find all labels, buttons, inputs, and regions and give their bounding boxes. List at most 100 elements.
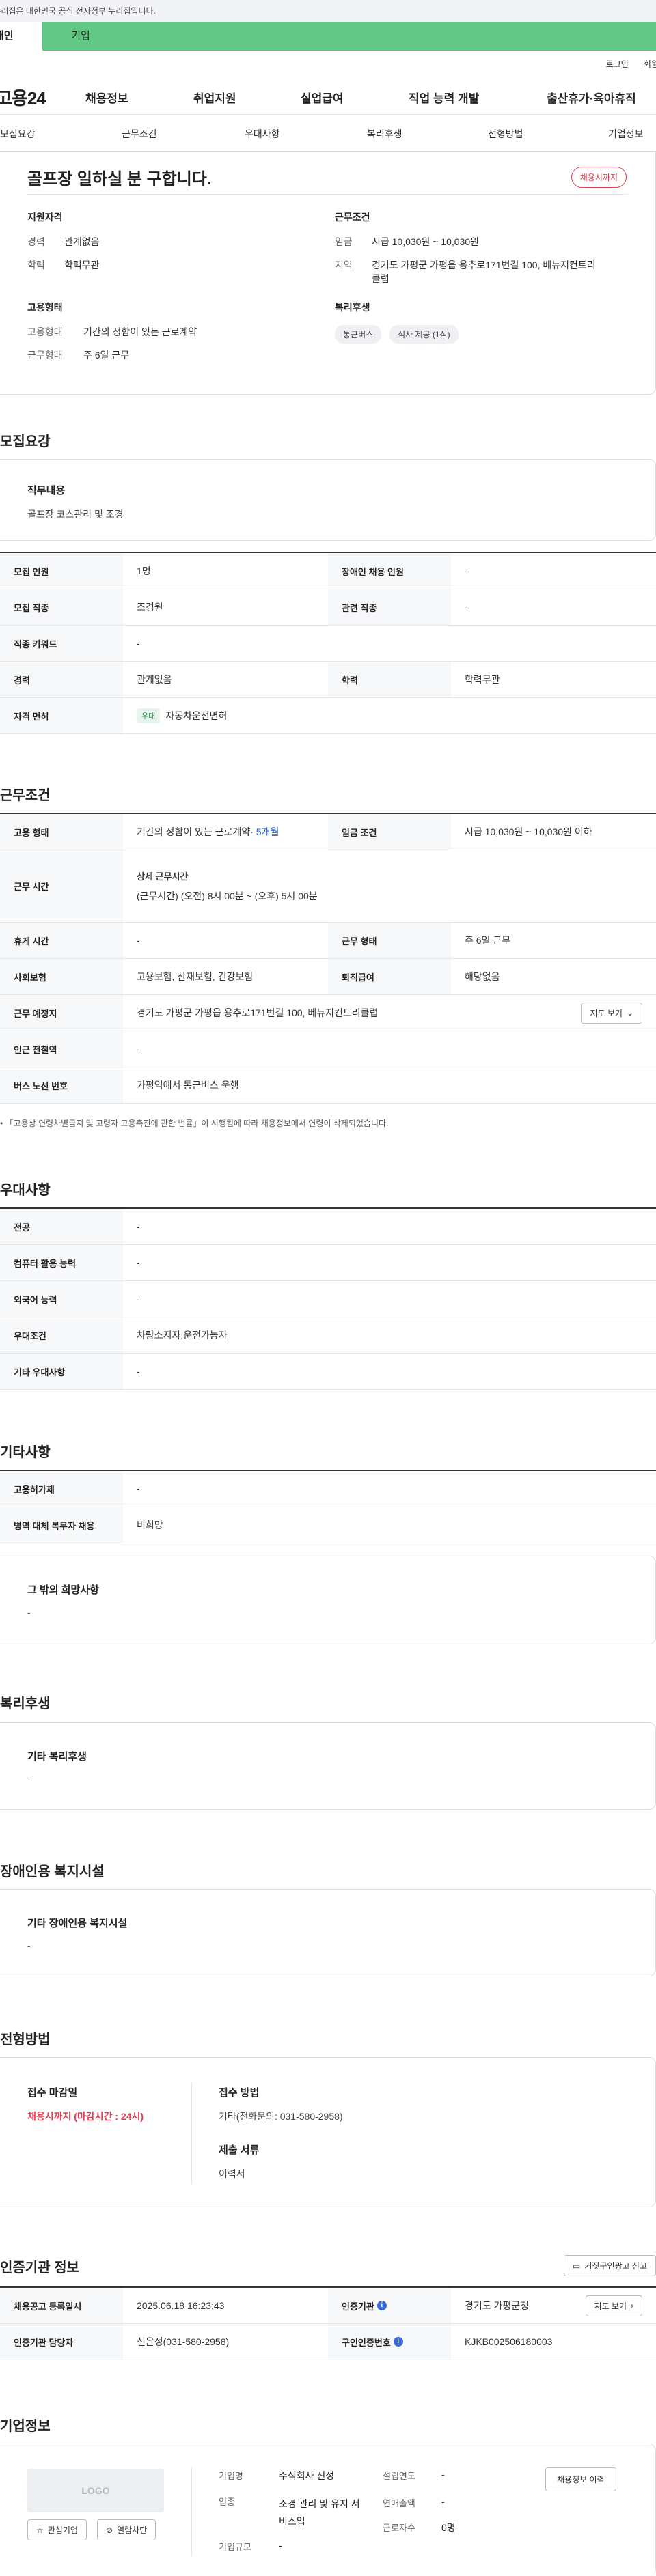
util-bar: 로그인 회원가입 <box>0 51 656 76</box>
cond-block: 근무조건 임금 시급 10,030원 ~ 10,030원 지역 경기도 가평군 가평… <box>335 210 629 295</box>
duty-box: 직무내용 골프장 코스관리 및 조경 <box>0 459 656 541</box>
chevron-right-icon: › <box>631 2301 633 2310</box>
duty-value: 골프장 코스관리 및 조경 <box>27 509 124 520</box>
nav-training[interactable]: 직업 능력 개발 <box>409 89 479 106</box>
nav-leave[interactable]: 출산휴가·육아휴직 <box>547 89 636 106</box>
cert-table: 채용공고 등록일시 2025.06.18 16:23:43 인증기관 i 경기도 가… <box>0 2286 656 2360</box>
section-tabs: 모집요강 근무조건 우대사항 복리후생 전형방법 기업정보 <box>0 115 656 152</box>
pref-table: 전공 - 컴퓨터 활용 능력 - 외국어 능력 - 우대조건 차량소지자,운전가능자 기… <box>0 1207 656 1390</box>
deadline-badge: 채용시까지 <box>571 167 627 188</box>
welfare-heading: 복리후생 <box>335 302 370 313</box>
disabled-box: 기타 장애인용 복지시설 - <box>0 1889 656 1976</box>
table-row: 컴퓨터 활용 능력 - <box>0 1245 656 1281</box>
table-row: 사회보험 고용보험, 산재보험, 건강보험 퇴직급여 해당없음 <box>0 959 656 995</box>
deadline-value: 채용시까지 (마감시간 : 24시) <box>27 2111 144 2122</box>
nav-unemployment[interactable]: 실업급여 <box>301 89 344 106</box>
welfare-block: 복리후생 통근버스 식사 제공 (1식) <box>335 300 608 344</box>
table-row: 고용허가제 - <box>0 1471 656 1507</box>
divider <box>27 194 628 195</box>
time-value: (근무시간) (오전) 8시 00분 ~ (오후) 5시 00분 <box>137 891 318 901</box>
table-row: 병역 대체 복무자 채용 비희망 <box>0 1507 656 1543</box>
table-row: 휴게 시간 - 근무 형태 주 6일 근무 <box>0 923 656 959</box>
welfare-chips: 통근버스 식사 제공 (1식) <box>335 325 608 344</box>
tab-personal[interactable]: 개인 <box>0 22 42 51</box>
duty-heading: 직무내용 <box>27 485 66 496</box>
table-row: 외국어 능력 - <box>0 1281 656 1317</box>
star-icon: ☆ <box>36 2525 44 2535</box>
info-icon[interactable]: i <box>393 2337 403 2347</box>
login-link[interactable]: 로그인 <box>606 58 629 70</box>
tab-pref[interactable]: 우대사항 <box>245 127 280 141</box>
qual-row: 학력 학력무관 <box>27 260 100 270</box>
qual-row: 경력 관계없음 <box>27 236 100 247</box>
screen-title: 전형방법 <box>0 2032 51 2047</box>
divider <box>191 2082 192 2185</box>
company-title: 기업정보 <box>0 2419 51 2434</box>
job-title: 골프장 일하실 분 구합니다. <box>27 170 212 188</box>
company-logo: LOGO <box>27 2469 164 2512</box>
table-row: 채용공고 등록일시 2025.06.18 16:23:43 인증기관 i 경기도 가… <box>0 2288 656 2324</box>
table-row: 근무 예정지 경기도 가평군 가평읍 용추로171번길 100, 베뉴지컨트리클… <box>0 995 656 1031</box>
type-row: 고용형태 기간의 정함이 있는 근로계약 <box>27 326 197 337</box>
history-button[interactable]: 채용정보 이력 <box>545 2467 616 2491</box>
divider <box>191 2467 192 2556</box>
site-logo[interactable]: 고용24 <box>0 85 78 110</box>
table-row: 우대조건 차량소지자,운전가능자 <box>0 1317 656 1354</box>
tab-company[interactable]: 기업정보 <box>608 127 644 141</box>
cert-map-button[interactable]: 지도 보기 › <box>585 2295 642 2316</box>
recruit-table: 모집 인원 1명 장애인 채용 인원 - 모집 직종 조경원 관련 직종 - 직종 키워… <box>0 552 656 734</box>
info-icon[interactable]: i <box>377 2301 387 2310</box>
table-row: 모집 직종 조경원 관련 직종 - <box>0 589 656 626</box>
etc-title: 기타사항 <box>0 1445 51 1460</box>
table-row: 고용 형태 기간의 정함이 있는 근로계약 · 5개월 임금 조건 시급 10,03… <box>0 814 656 850</box>
report-button[interactable]: ▭ 거짓구인광고 신고 <box>564 2255 656 2276</box>
pref-title: 우대사항 <box>0 1183 51 1198</box>
type-row: 근무형태 주 6일 근무 <box>27 350 130 361</box>
page: 이 누리집은 대한민국 공식 전자정부 누리집입니다. 개인 기업 로그인 회원… <box>0 0 656 2576</box>
cond-heading: 근무조건 <box>335 212 370 223</box>
table-row: 전공 - <box>0 1209 656 1245</box>
type-heading: 고용형태 <box>27 302 63 313</box>
age-note: • 「고용상 연령차별금지 및 고령자 고용촉진에 관한 법률」이 시행됨에 따… <box>0 1119 389 1128</box>
welfare-chip: 통근버스 <box>335 325 382 344</box>
chevron-down-icon: ⌄ <box>626 1008 633 1018</box>
welfare-box: 기타 복리후생 - <box>0 1722 656 1810</box>
type-block: 고용형태 고용형태 기간의 정함이 있는 근로계약 근무형태 주 6일 근무 <box>27 300 301 372</box>
cond-row: 임금 시급 10,030원 ~ 10,030원 <box>335 236 480 247</box>
nav-employment-support[interactable]: 취업지원 <box>193 89 236 106</box>
table-row: 경력 관계없음 학력 학력무관 <box>0 662 656 698</box>
favorite-button[interactable]: ☆ 관심기업 <box>27 2519 87 2540</box>
nav-jobs[interactable]: 채용정보 <box>85 89 128 106</box>
time-heading: 상세 근무시간 <box>137 871 189 882</box>
tab-screen[interactable]: 전형방법 <box>488 127 523 141</box>
block-icon: ⊘ <box>106 2525 113 2535</box>
table-row: 인근 전철역 - <box>0 1031 656 1067</box>
table-row: 인증기관 담당자 신은정(031-580-2958) 구인인증번호 i KJKB00… <box>0 2324 656 2360</box>
etc-table: 고용허가제 - 병역 대체 복무자 채용 비희망 <box>0 1470 656 1543</box>
screen-box: 접수 마감일 채용시까지 (마감시간 : 24시) 접수 방법 기타(전화문의:… <box>0 2057 656 2207</box>
recruit-title: 모집요강 <box>0 434 51 449</box>
table-row: 모집 인원 1명 장애인 채용 인원 - <box>0 553 656 589</box>
map-button[interactable]: 지도 보기 ⌄ <box>581 1002 642 1024</box>
table-row: 버스 노선 번호 가평역에서 통근버스 운행 <box>0 1067 656 1104</box>
work-title: 근무조건 <box>0 788 51 803</box>
welfare-chip: 식사 제공 (1식) <box>390 325 459 344</box>
gov-notice: 이 누리집은 대한민국 공식 전자정부 누리집입니다. <box>0 6 156 16</box>
work-table: 고용 형태 기간의 정함이 있는 근로계약 · 5개월 임금 조건 시급 10,03… <box>0 813 656 1104</box>
tab-recruit[interactable]: 모집요강 <box>0 127 36 141</box>
welfare-title: 복리후생 <box>0 1696 51 1711</box>
main-nav: 고용24 채용정보 취업지원 실업급여 직업 능력 개발 출산휴가·육아휴직 <box>0 76 656 115</box>
table-row: 근무 시간 상세 근무시간 (근무시간) (오전) 8시 00분 ~ (오후) … <box>0 850 656 923</box>
tab-work[interactable]: 근무조건 <box>122 127 157 141</box>
summary-card: 골프장 일하실 분 구합니다. 채용시까지 지원자격 경력 관계없음 학력 학력무관… <box>0 152 656 395</box>
gov-notice-bar: 이 누리집은 대한민국 공식 전자정부 누리집입니다. <box>0 0 656 22</box>
etc-box: 그 밖의 희망사항 - <box>0 1556 656 1644</box>
company-box: LOGO ☆ 관심기업 ⊘ 열람차단 기업명 주식회사 진성 업종 조경 관리 및 … <box>0 2444 656 2576</box>
disabled-title: 장애인용 복지시설 <box>0 1864 105 1879</box>
block-button[interactable]: ⊘ 열람차단 <box>97 2519 156 2540</box>
tab-company[interactable]: 기업 <box>42 22 119 51</box>
qual-block: 지원자격 경력 관계없음 학력 학력무관 <box>27 210 301 281</box>
tab-welfare[interactable]: 복리후생 <box>367 127 402 141</box>
report-icon: ▭ <box>573 2260 581 2271</box>
signup-link[interactable]: 회원가입 <box>644 58 656 70</box>
